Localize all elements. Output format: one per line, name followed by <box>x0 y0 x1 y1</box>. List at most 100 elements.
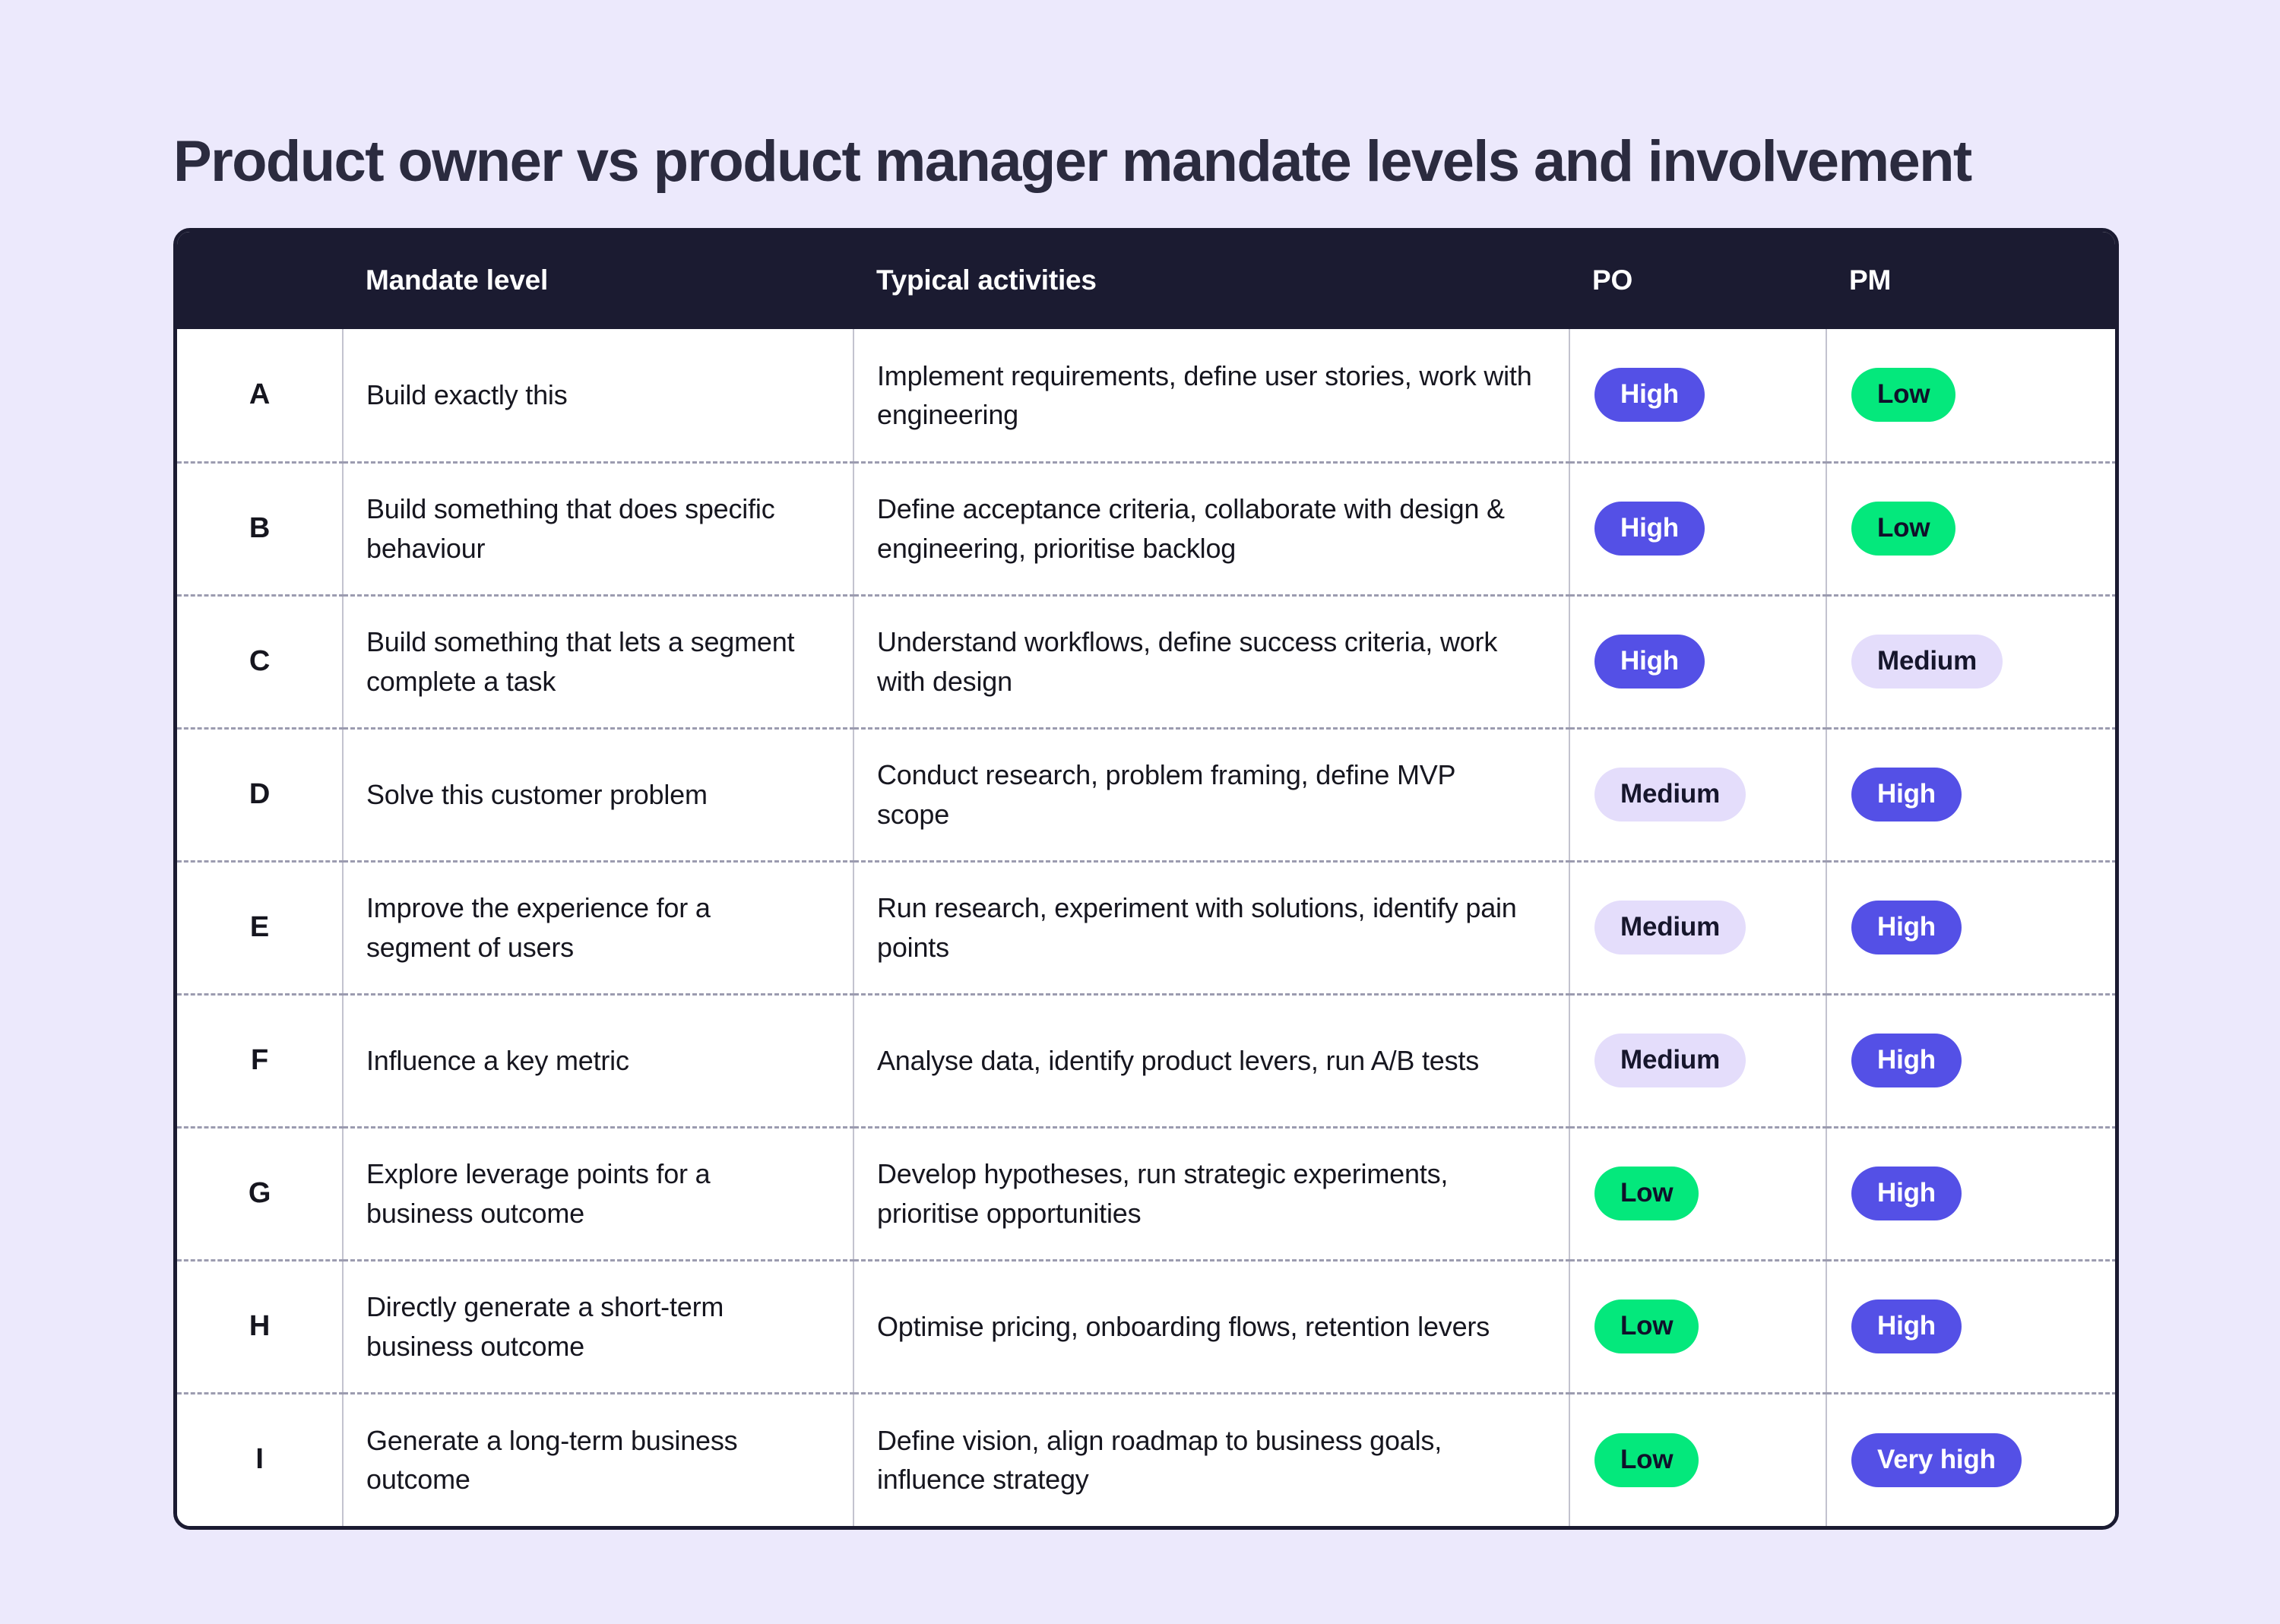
row-mandate-level: Improve the experience for a segment of … <box>342 859 853 994</box>
po-involvement-badge: High <box>1594 368 1705 423</box>
pm-involvement-badge: Low <box>1851 502 1956 556</box>
row-mandate-level: Build exactly this <box>342 329 853 462</box>
table-header: Mandate level Typical activities PO PM <box>177 232 2115 329</box>
row-po-cell: Low <box>1569 1258 1826 1393</box>
typical-activities-text: Understand workflows, define success cri… <box>877 626 1498 697</box>
column-header-mandate-level: Mandate level <box>366 264 549 296</box>
po-involvement-badge: Medium <box>1594 1034 1746 1087</box>
table-row: F Influence a key metric Analyse data, ide… <box>177 992 2115 1127</box>
po-involvement-badge: High <box>1594 635 1705 689</box>
mandate-table: Mandate level Typical activities PO PM A… <box>177 232 2115 1526</box>
mandate-level-text: Improve the experience for a segment of … <box>366 892 711 963</box>
row-typical-activities: Analyse data, identify product levers, r… <box>853 992 1569 1127</box>
row-typical-activities: Optimise pricing, onboarding flows, rete… <box>853 1258 1569 1393</box>
po-involvement-badge: High <box>1594 502 1705 556</box>
table-row: E Improve the experience for a segment of… <box>177 859 2115 994</box>
typical-activities-text: Optimise pricing, onboarding flows, rete… <box>877 1310 1490 1342</box>
mandate-level-text: Build something that lets a segment comp… <box>366 626 795 697</box>
row-mandate-level: Build something that does specific behav… <box>342 461 853 595</box>
row-letter: D <box>177 727 343 861</box>
row-po-cell: High <box>1569 461 1826 595</box>
row-letter: I <box>177 1391 343 1526</box>
row-typical-activities: Define acceptance criteria, collaborate … <box>853 461 1569 595</box>
pm-involvement-badge: High <box>1851 1167 1962 1220</box>
row-mandate-level: Influence a key metric <box>342 992 853 1127</box>
row-pm-cell: Low <box>1826 461 2115 595</box>
table-body: A Build exactly this Implement requirement… <box>177 329 2115 1526</box>
row-letter: G <box>177 1125 343 1260</box>
table-row: D Solve this customer problem Conduct rese… <box>177 727 2115 861</box>
column-header-typical-activities: Typical activities <box>876 264 1097 296</box>
table-row: H Directly generate a short-term business… <box>177 1258 2115 1393</box>
table-row: G Explore leverage points for a business … <box>177 1125 2115 1260</box>
pm-involvement-badge: Very high <box>1851 1432 2022 1487</box>
row-po-cell: Low <box>1569 1391 1826 1526</box>
row-letter: B <box>177 461 343 595</box>
typical-activities-text: Run research, experiment with solutions,… <box>877 892 1517 963</box>
row-pm-cell: High <box>1826 992 2115 1127</box>
row-typical-activities: Conduct research, problem framing, defin… <box>853 727 1569 861</box>
row-po-cell: Medium <box>1569 859 1826 994</box>
row-po-cell: High <box>1569 329 1826 462</box>
row-pm-cell: High <box>1826 1125 2115 1260</box>
row-typical-activities: Define vision, align roadmap to business… <box>853 1391 1569 1526</box>
po-involvement-badge: Medium <box>1594 901 1746 954</box>
row-letter: C <box>177 594 343 728</box>
table-row: A Build exactly this Implement requirement… <box>177 329 2115 462</box>
pm-involvement-badge: High <box>1851 901 1962 954</box>
pm-involvement-badge: High <box>1851 1034 1962 1087</box>
row-letter: E <box>177 859 343 994</box>
row-letter: F <box>177 992 343 1127</box>
row-po-cell: Low <box>1569 1125 1826 1260</box>
column-header-pm: PM <box>1849 264 1892 296</box>
row-pm-cell: High <box>1826 1258 2115 1393</box>
row-typical-activities: Develop hypotheses, run strategic experi… <box>853 1125 1569 1260</box>
mandate-level-text: Build exactly this <box>366 379 568 411</box>
typical-activities-text: Develop hypotheses, run strategic experi… <box>877 1158 1449 1229</box>
row-pm-cell: High <box>1826 727 2115 861</box>
table-header-row: Mandate level Typical activities PO PM <box>177 232 2115 329</box>
row-typical-activities: Implement requirements, define user stor… <box>853 329 1569 462</box>
po-involvement-badge: Low <box>1594 1300 1699 1353</box>
row-typical-activities: Run research, experiment with solutions,… <box>853 859 1569 994</box>
row-po-cell: Medium <box>1569 992 1826 1127</box>
mandate-level-text: Directly generate a short-term business … <box>366 1291 724 1362</box>
typical-activities-text: Define acceptance criteria, collaborate … <box>877 493 1505 564</box>
row-pm-cell: High <box>1826 859 2115 994</box>
table-row: I Generate a long-term business outcome De… <box>177 1391 2115 1526</box>
mandate-level-text: Explore leverage points for a business o… <box>366 1158 711 1229</box>
row-pm-cell: Low <box>1826 329 2115 462</box>
row-mandate-level: Directly generate a short-term business … <box>342 1258 853 1393</box>
row-mandate-level: Solve this customer problem <box>342 727 853 861</box>
page-root: Product owner vs product manager mandate… <box>0 0 2280 1624</box>
po-involvement-badge: Medium <box>1594 768 1746 821</box>
row-typical-activities: Understand workflows, define success cri… <box>853 594 1569 728</box>
row-po-cell: High <box>1569 594 1826 728</box>
mandate-level-text: Build something that does specific behav… <box>366 493 775 564</box>
pm-involvement-badge: High <box>1851 1300 1962 1353</box>
typical-activities-text: Conduct research, problem framing, defin… <box>877 759 1455 830</box>
pm-involvement-badge: Medium <box>1851 635 2003 689</box>
row-po-cell: Medium <box>1569 727 1826 861</box>
table-row: C Build something that lets a segment com… <box>177 594 2115 728</box>
column-header-letter <box>177 232 343 329</box>
table-row: B Build something that does specific beha… <box>177 461 2115 595</box>
pm-involvement-badge: High <box>1851 768 1962 821</box>
row-mandate-level: Explore leverage points for a business o… <box>342 1125 853 1260</box>
po-involvement-badge: Low <box>1594 1167 1699 1220</box>
typical-activities-text: Define vision, align roadmap to business… <box>877 1425 1442 1496</box>
row-mandate-level: Build something that lets a segment comp… <box>342 594 853 728</box>
row-pm-cell: Very high <box>1826 1391 2115 1526</box>
pm-involvement-badge: Low <box>1851 368 1956 423</box>
po-involvement-badge: Low <box>1594 1432 1699 1487</box>
mandate-level-text: Influence a key metric <box>366 1044 629 1076</box>
mandate-table-container: Mandate level Typical activities PO PM A… <box>173 228 2119 1530</box>
page-title: Product owner vs product manager mandate… <box>173 128 1972 194</box>
column-header-po: PO <box>1592 264 1633 296</box>
mandate-level-text: Solve this customer problem <box>366 778 708 810</box>
mandate-level-text: Generate a long-term business outcome <box>366 1425 738 1496</box>
row-mandate-level: Generate a long-term business outcome <box>342 1391 853 1526</box>
row-letter: A <box>249 378 271 410</box>
row-letter: H <box>177 1258 343 1393</box>
typical-activities-text: Implement requirements, define user stor… <box>877 359 1532 430</box>
